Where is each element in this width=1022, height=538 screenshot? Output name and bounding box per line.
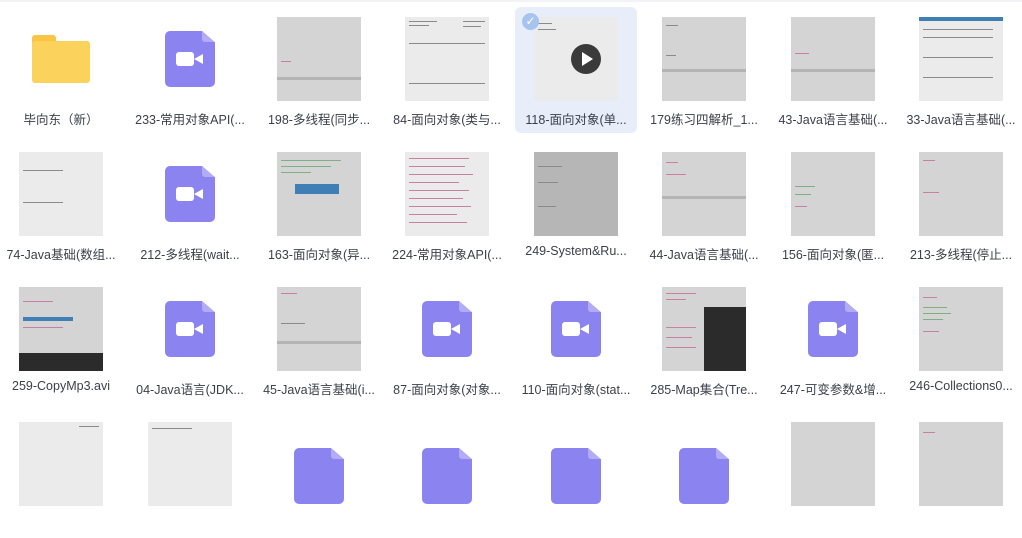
file-name: 212-多线程(wait... xyxy=(140,248,240,262)
file-name: 247-可变参数&增... xyxy=(779,383,887,397)
file-item[interactable]: 259-CopyMp3.avi xyxy=(0,277,122,403)
video-thumbnail xyxy=(919,422,1003,506)
file-name: 156-面向对象(匿... xyxy=(781,248,885,262)
file-item[interactable] xyxy=(386,412,508,538)
video-thumbnail xyxy=(405,152,489,236)
video-file-icon xyxy=(662,434,746,518)
video-thumbnail xyxy=(148,422,232,506)
video-thumbnail xyxy=(277,17,361,101)
file-item[interactable]: 84-面向对象(类与... xyxy=(386,7,508,133)
file-item-selected[interactable]: ✓ 118-面向对象(单... xyxy=(515,7,637,133)
video-thumbnail xyxy=(19,422,103,506)
file-item[interactable]: 163-面向对象(异... xyxy=(258,142,380,268)
file-name: 45-Java语言基础(i... xyxy=(263,383,375,397)
file-item[interactable] xyxy=(258,412,380,538)
file-item[interactable]: 224-常用对象API(... xyxy=(386,142,508,268)
file-item[interactable]: 87-面向对象(对象... xyxy=(386,277,508,403)
file-item[interactable] xyxy=(900,412,1022,538)
file-name: 213-多线程(停止... xyxy=(909,248,1013,262)
file-name: 43-Java语言基础(... xyxy=(778,113,888,127)
video-thumbnail xyxy=(19,152,103,236)
video-thumbnail xyxy=(919,152,1003,236)
file-name: 246-Collections0... xyxy=(909,379,1013,393)
file-name: 毕向东（新） xyxy=(23,113,99,127)
file-item[interactable]: 285-Map集合(Tre... xyxy=(643,277,765,403)
file-item[interactable]: 246-Collections0... xyxy=(900,277,1022,403)
file-item[interactable]: 44-Java语言基础(... xyxy=(643,142,765,268)
video-thumbnail xyxy=(662,152,746,236)
video-file-icon xyxy=(148,17,232,101)
video-file-icon xyxy=(405,434,489,518)
video-thumbnail xyxy=(662,17,746,101)
video-thumbnail xyxy=(405,17,489,101)
file-name: 118-面向对象(单... xyxy=(525,113,627,127)
file-item[interactable]: 179练习四解析_1... xyxy=(643,7,765,133)
file-item[interactable] xyxy=(772,412,894,538)
file-item[interactable] xyxy=(129,412,251,538)
video-file-icon xyxy=(534,434,618,518)
file-item[interactable]: 198-多线程(同步... xyxy=(258,7,380,133)
file-grid: 毕向东（新） 233-常用对象API(... 198-多线程(同步... 84-… xyxy=(0,0,1022,506)
video-thumbnail xyxy=(277,287,361,371)
check-icon[interactable]: ✓ xyxy=(522,13,539,30)
video-thumbnail xyxy=(19,287,103,371)
file-item[interactable]: 33-Java语言基础(... xyxy=(900,7,1022,133)
video-thumbnail xyxy=(277,152,361,236)
file-name: 224-常用对象API(... xyxy=(392,248,502,262)
file-item[interactable]: 249-System&Ru... xyxy=(515,142,637,268)
file-item[interactable]: 247-可变参数&增... xyxy=(772,277,894,403)
video-thumbnail xyxy=(534,152,618,236)
file-name: 44-Java语言基础(... xyxy=(649,248,759,262)
file-name: 179练习四解析_1... xyxy=(650,113,758,127)
video-file-icon xyxy=(148,287,232,371)
folder-icon xyxy=(19,17,103,101)
file-item[interactable]: 233-常用对象API(... xyxy=(129,7,251,133)
file-item[interactable] xyxy=(515,412,637,538)
video-file-icon xyxy=(791,287,875,371)
video-thumbnail xyxy=(791,422,875,506)
video-file-icon xyxy=(277,434,361,518)
file-name: 198-多线程(同步... xyxy=(267,113,371,127)
file-name: 84-面向对象(类与... xyxy=(393,113,501,127)
video-thumbnail xyxy=(791,17,875,101)
file-item[interactable]: 45-Java语言基础(i... xyxy=(258,277,380,403)
video-thumbnail xyxy=(919,17,1003,101)
file-item[interactable]: 156-面向对象(匿... xyxy=(772,142,894,268)
video-thumbnail xyxy=(919,287,1003,371)
file-item[interactable]: 74-Java基础(数组... xyxy=(0,142,122,268)
file-item[interactable]: 213-多线程(停止... xyxy=(900,142,1022,268)
file-name: 110-面向对象(stat... xyxy=(521,383,631,397)
file-item[interactable] xyxy=(643,412,765,538)
file-item[interactable]: 04-Java语言(JDK... xyxy=(129,277,251,403)
file-name: 249-System&Ru... xyxy=(525,244,627,258)
file-name: 33-Java语言基础(... xyxy=(906,113,1016,127)
file-name: 87-面向对象(对象... xyxy=(393,383,501,397)
file-name: 163-面向对象(异... xyxy=(267,248,371,262)
video-thumbnail xyxy=(534,17,618,101)
file-item-folder[interactable]: 毕向东（新） xyxy=(0,7,122,133)
video-file-icon xyxy=(148,152,232,236)
file-item[interactable]: 43-Java语言基础(... xyxy=(772,7,894,133)
file-item[interactable]: 110-面向对象(stat... xyxy=(515,277,637,403)
file-name: 259-CopyMp3.avi xyxy=(12,379,110,393)
file-name: 233-常用对象API(... xyxy=(135,113,245,127)
video-file-icon xyxy=(534,287,618,371)
file-name: 74-Java基础(数组... xyxy=(6,248,116,262)
file-name: 285-Map集合(Tre... xyxy=(650,383,758,397)
video-thumbnail xyxy=(791,152,875,236)
file-item[interactable] xyxy=(0,412,122,538)
file-item[interactable]: 212-多线程(wait... xyxy=(129,142,251,268)
video-file-icon xyxy=(405,287,489,371)
video-thumbnail xyxy=(662,287,746,371)
play-icon xyxy=(571,44,601,74)
file-name: 04-Java语言(JDK... xyxy=(136,383,244,397)
